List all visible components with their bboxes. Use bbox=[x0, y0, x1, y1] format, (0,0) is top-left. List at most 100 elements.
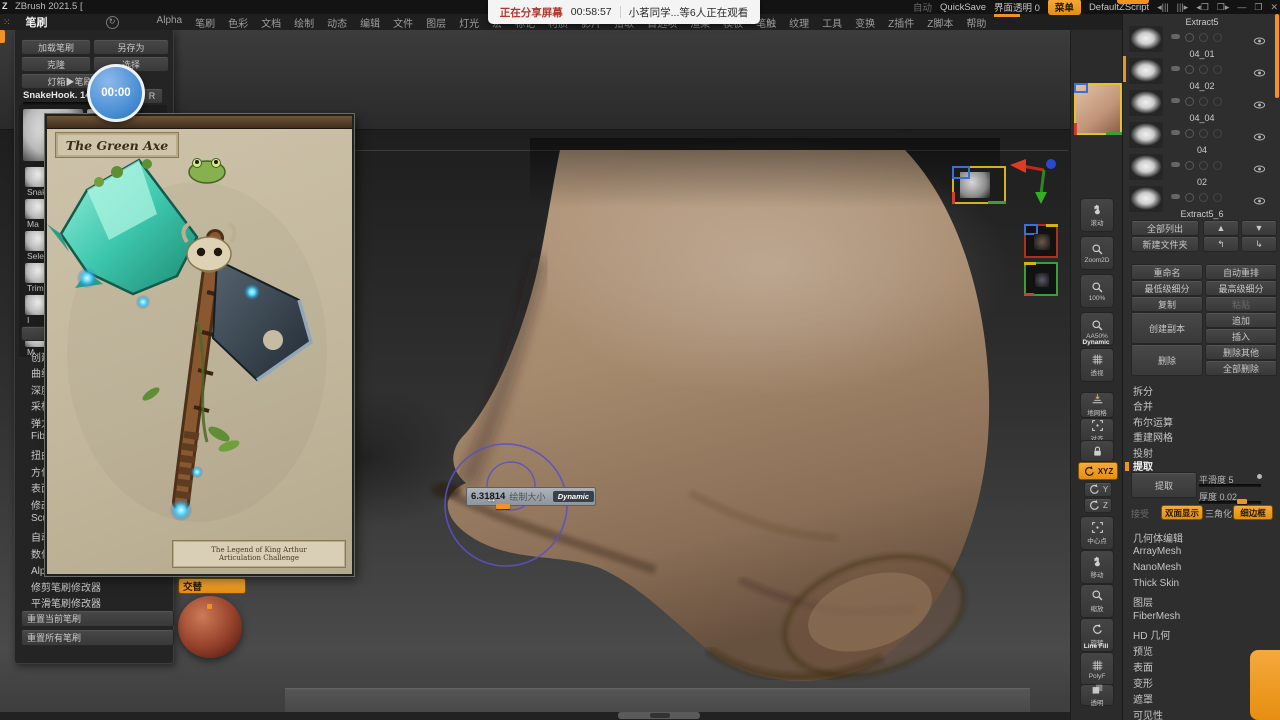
uv-icon[interactable] bbox=[1185, 129, 1194, 138]
menu-item[interactable]: 笔刷 bbox=[195, 15, 215, 30]
subtool-up-button[interactable]: ▲ bbox=[1203, 220, 1239, 236]
lock-button[interactable] bbox=[1080, 440, 1114, 462]
subtool-row[interactable] bbox=[1123, 90, 1279, 116]
地网格-button[interactable]: 地网格 bbox=[1080, 392, 1114, 418]
active-tool-thumbnail[interactable] bbox=[1074, 83, 1122, 135]
clone-brush-button[interactable]: 克隆 bbox=[21, 56, 91, 72]
view-thumbnail-3[interactable] bbox=[1024, 262, 1058, 296]
copy-button[interactable]: 复制 bbox=[1131, 296, 1203, 312]
subtool-down-button[interactable]: ▼ bbox=[1241, 220, 1277, 236]
maximize-icon[interactable]: ❐ bbox=[1254, 2, 1262, 13]
100%-button[interactable]: 100% bbox=[1080, 274, 1114, 308]
polypaint-icon[interactable] bbox=[1171, 162, 1180, 167]
polypaint-icon[interactable] bbox=[1171, 130, 1180, 135]
ui-opacity-handle[interactable] bbox=[993, 14, 1020, 17]
accept-button[interactable]: 接受 bbox=[1131, 507, 1149, 520]
tool-section-bottom-10[interactable]: 变形 bbox=[1133, 675, 1153, 690]
PolyF-button[interactable]: PolyF bbox=[1080, 652, 1114, 686]
menu-item[interactable]: Z脚本 bbox=[927, 15, 953, 30]
extract-section-header[interactable]: 提取 bbox=[1133, 458, 1153, 473]
ui-opacity-slider[interactable]: 界面透明 0 bbox=[993, 0, 1040, 17]
sculpt-model[interactable] bbox=[270, 138, 1050, 718]
thin-border-toggle[interactable]: 细边框 bbox=[1233, 505, 1273, 520]
uv-icon[interactable] bbox=[1185, 97, 1194, 106]
store-window-icon[interactable]: ◂❒ bbox=[1196, 2, 1209, 13]
delete-all-button[interactable]: 全部删除 bbox=[1205, 360, 1277, 376]
texture-icon[interactable] bbox=[1199, 97, 1208, 106]
menu-item[interactable]: 文档 bbox=[261, 15, 281, 30]
recording-clock-overlay[interactable]: 00:00 bbox=[87, 64, 145, 122]
extract-thickness-handle[interactable] bbox=[1237, 499, 1247, 504]
texture-icon[interactable] bbox=[1199, 193, 1208, 202]
list-all-button[interactable]: 全部列出 bbox=[1131, 220, 1199, 236]
view-thumbnail-1[interactable] bbox=[952, 166, 1006, 204]
refresh-icon[interactable]: ↻ bbox=[105, 15, 119, 29]
menu-item[interactable]: 工具 bbox=[822, 15, 842, 30]
polypaint-icon[interactable] bbox=[1171, 66, 1180, 71]
eye-icon[interactable] bbox=[1253, 192, 1266, 210]
rotate-z-button[interactable]: Z bbox=[1084, 498, 1112, 513]
alternate-button[interactable]: 交替 bbox=[178, 578, 246, 594]
tool-section-bottom-6[interactable]: FiberMesh bbox=[1133, 611, 1180, 622]
eye-icon[interactable] bbox=[1253, 64, 1266, 82]
uv-icon[interactable] bbox=[1185, 33, 1194, 42]
quicksave-button[interactable]: QuickSave bbox=[940, 2, 986, 13]
滚动-button[interactable]: 滚动 bbox=[1080, 198, 1114, 232]
menu-button[interactable]: 菜单 bbox=[1047, 0, 1081, 15]
menu-item[interactable]: 文件 bbox=[393, 15, 413, 30]
axis-gizmo[interactable] bbox=[1008, 152, 1068, 208]
texture-icon[interactable] bbox=[1199, 161, 1208, 170]
tool-section-1[interactable]: 拆分 bbox=[1133, 383, 1153, 398]
tool-section-2[interactable]: 合并 bbox=[1133, 398, 1153, 413]
透视-button[interactable]: 透视 bbox=[1080, 348, 1114, 382]
Zoom2D-button[interactable]: Zoom2D bbox=[1080, 236, 1114, 270]
move-to-folder-down-button[interactable]: ↳ bbox=[1241, 236, 1277, 252]
uv-icon[interactable] bbox=[1185, 193, 1194, 202]
subtool-scrollbar[interactable] bbox=[1275, 14, 1279, 98]
polypaint-icon[interactable] bbox=[1171, 34, 1180, 39]
rotate-xyz-button[interactable]: XYZ bbox=[1078, 462, 1118, 480]
insert-button[interactable]: 插入 bbox=[1205, 328, 1277, 344]
shrink-ui-left-icon[interactable]: ◂||| bbox=[1157, 2, 1169, 13]
polypaint-icon[interactable] bbox=[1171, 98, 1180, 103]
tool-section-bottom-2[interactable]: ArrayMesh bbox=[1133, 546, 1181, 557]
透明-button[interactable]: 透明 bbox=[1080, 684, 1114, 707]
tool-section-bottom-8[interactable]: 预览 bbox=[1133, 643, 1153, 658]
draw-size-slider-handle[interactable] bbox=[496, 504, 510, 509]
tool-section-bottom-7[interactable]: HD 几何 bbox=[1133, 627, 1170, 642]
brush-section-16[interactable]: 平滑笔刷修改器 bbox=[31, 595, 101, 610]
menu-item[interactable]: Alpha bbox=[157, 15, 183, 30]
panel-divider-tab[interactable] bbox=[1117, 0, 1149, 4]
texture-icon[interactable] bbox=[1199, 129, 1208, 138]
subtool-row[interactable] bbox=[1123, 186, 1279, 212]
rename-button[interactable]: 重命名 bbox=[1131, 264, 1203, 280]
texture-icon[interactable] bbox=[1199, 33, 1208, 42]
palette-drag-icon[interactable]: ⁙ bbox=[3, 17, 12, 28]
subtool-row[interactable] bbox=[1123, 26, 1279, 52]
extract-thickness-track[interactable] bbox=[1199, 501, 1261, 504]
menu-item[interactable]: 纹理 bbox=[789, 15, 809, 30]
tool-section-bottom-1[interactable]: 几何体编辑 bbox=[1133, 530, 1183, 545]
paste-button[interactable]: 粘贴 bbox=[1205, 296, 1277, 312]
menu-item[interactable]: 色彩 bbox=[228, 15, 248, 30]
menu-item[interactable]: 灯光 bbox=[459, 15, 479, 30]
menu-item[interactable]: 动态 bbox=[327, 15, 347, 30]
eye-icon[interactable] bbox=[1253, 128, 1266, 146]
displacement-icon[interactable] bbox=[1213, 193, 1222, 202]
subtool-row[interactable] bbox=[1123, 58, 1279, 84]
uv-icon[interactable] bbox=[1185, 161, 1194, 170]
restore-window-icon[interactable]: ❒▸ bbox=[1217, 2, 1230, 13]
delete-other-button[interactable]: 删除其他 bbox=[1205, 344, 1277, 360]
reset-current-brush[interactable]: 重置当前笔刷 bbox=[21, 610, 174, 627]
rotate-y-button[interactable]: Y bbox=[1084, 482, 1112, 497]
displacement-icon[interactable] bbox=[1213, 129, 1222, 138]
brush-section-15[interactable]: 修剪笔刷修改器 bbox=[31, 579, 101, 594]
reference-image[interactable]: The Green Axe The Legend of King Arthur … bbox=[45, 114, 354, 576]
auto-reorder-button[interactable]: 自动重排 bbox=[1205, 264, 1277, 280]
tool-section-bottom-4[interactable]: Thick Skin bbox=[1133, 578, 1179, 589]
tool-section-bottom-12[interactable]: 可见性 bbox=[1133, 707, 1163, 720]
duplicate-button[interactable]: 创建副本 bbox=[1131, 312, 1203, 344]
polypaint-icon[interactable] bbox=[1171, 194, 1180, 199]
uv-icon[interactable] bbox=[1185, 65, 1194, 74]
缩放-button[interactable]: 缩放 bbox=[1080, 584, 1114, 618]
